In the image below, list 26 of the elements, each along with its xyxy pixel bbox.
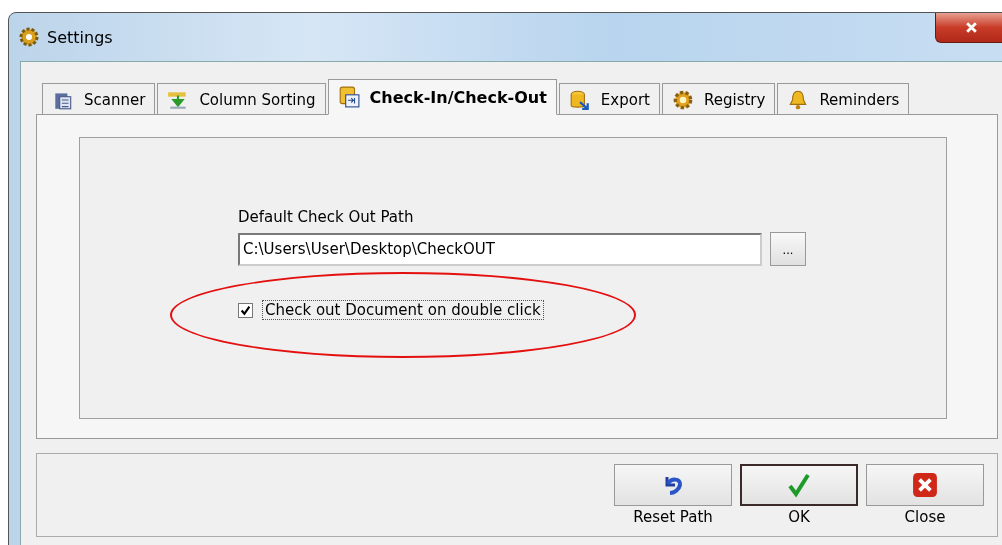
tab[interactable]: Scanner bbox=[42, 83, 156, 115]
close-icon bbox=[964, 21, 978, 34]
gear-icon bbox=[671, 88, 694, 111]
tab[interactable]: Check-In/Check-Out bbox=[327, 79, 557, 115]
reset-button[interactable] bbox=[614, 464, 732, 506]
button-label: Reset Path bbox=[633, 508, 713, 526]
browse-button[interactable]: ... bbox=[770, 232, 806, 266]
close-icon bbox=[912, 472, 938, 498]
checkmark-icon bbox=[787, 472, 811, 498]
window-title: Settings bbox=[47, 27, 113, 47]
close-button[interactable] bbox=[935, 13, 1002, 43]
field-label: Default Check Out Path bbox=[238, 208, 415, 226]
tab[interactable]: Export bbox=[558, 83, 660, 115]
database-icon bbox=[568, 88, 591, 111]
ok-button[interactable] bbox=[740, 464, 858, 506]
close-button[interactable] bbox=[866, 464, 984, 506]
tab[interactable]: Registry bbox=[661, 83, 776, 115]
path-field[interactable]: C:\Users\User\Desktop\CheckOUT bbox=[238, 232, 762, 266]
gear-icon bbox=[17, 25, 41, 49]
tab[interactable]: Column Sorting bbox=[157, 83, 326, 115]
checkbox[interactable] bbox=[238, 302, 253, 318]
document-icon bbox=[337, 86, 360, 108]
button-label: Close bbox=[904, 508, 946, 526]
tab[interactable]: Reminders bbox=[777, 83, 910, 115]
button-label: OK bbox=[788, 508, 810, 526]
checkbox-label: Check out Document on double click bbox=[262, 300, 544, 320]
